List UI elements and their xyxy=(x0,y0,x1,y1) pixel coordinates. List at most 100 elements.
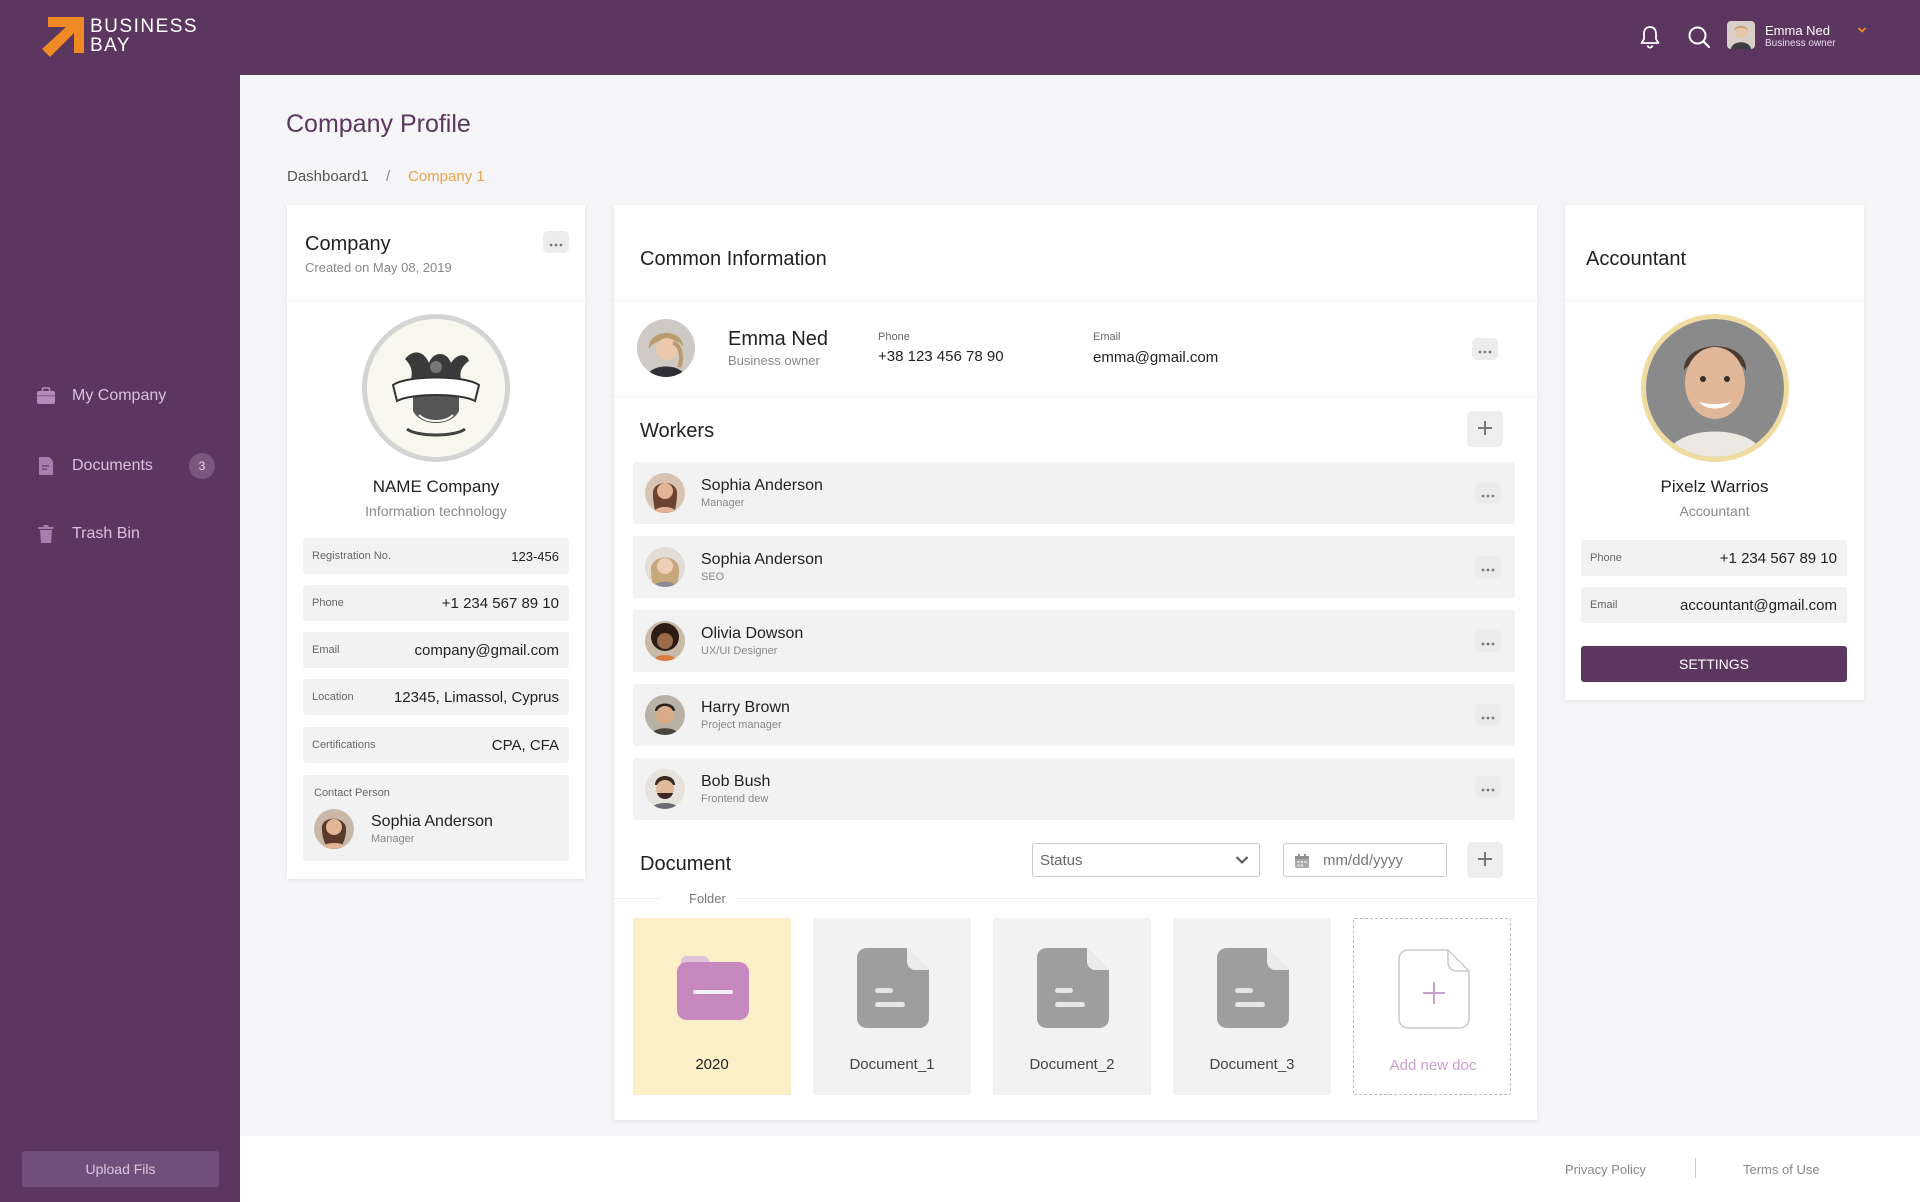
avatar xyxy=(637,319,695,377)
brand-logo[interactable]: Business Bay xyxy=(42,17,202,59)
company-location-row: Location 12345, Limassol, Cyprus xyxy=(303,679,569,715)
worker-more-button[interactable] xyxy=(1475,482,1501,504)
worker-more-button[interactable] xyxy=(1475,704,1501,726)
settings-button[interactable]: SETTINGS xyxy=(1581,646,1847,682)
owner-more-button[interactable] xyxy=(1472,338,1498,360)
row-value[interactable]: company@gmail.com xyxy=(415,642,559,659)
row-label: Certifications xyxy=(312,739,376,751)
file-icon xyxy=(1217,948,1289,1028)
briefcase-icon xyxy=(37,387,55,404)
logo-arrow-icon xyxy=(42,17,84,57)
worker-more-button[interactable] xyxy=(1475,556,1501,578)
brand-line1: Business xyxy=(90,16,199,37)
worker-name: Sophia Anderson xyxy=(701,551,823,568)
avatar xyxy=(645,769,685,809)
owner-role: Business owner xyxy=(728,353,820,368)
row-value: CPA, CFA xyxy=(491,737,559,754)
row-value[interactable]: accountant@gmail.com xyxy=(1680,597,1837,614)
contact-person: Contact Person Sophia Anderson Manager xyxy=(303,775,569,861)
status-select[interactable]: Status xyxy=(1032,843,1260,877)
company-name: NAME Company xyxy=(372,477,500,496)
sidebar: My Company Documents 3 Trash Bin Upload … xyxy=(0,75,240,1202)
breadcrumb-company[interactable]: Company 1 xyxy=(408,168,485,185)
tile-label: Document_3 xyxy=(1209,1056,1295,1073)
sidebar-item-label: My Company xyxy=(72,387,167,404)
more-dots-icon xyxy=(1481,716,1495,720)
top-bar: Business Bay Emma Ned Business owner xyxy=(0,0,1920,75)
more-dots-icon xyxy=(1481,642,1495,646)
row-value: +1 234 567 89 10 xyxy=(1719,550,1837,567)
contact-name: Sophia Anderson xyxy=(371,813,493,830)
worker-row[interactable]: Bob Bush Frontend dew xyxy=(633,758,1515,820)
worker-more-button[interactable] xyxy=(1475,776,1501,798)
document-tile-1[interactable]: Document_1 xyxy=(813,918,971,1095)
worker-row[interactable]: Harry Brown Project manager xyxy=(633,684,1515,746)
sidebar-item-label: Trash Bin xyxy=(72,525,140,542)
accountant-title: Accountant xyxy=(1586,248,1687,270)
tile-label: Add new doc xyxy=(1389,1057,1477,1074)
divider xyxy=(614,898,662,899)
sidebar-item-documents[interactable]: Documents 3 xyxy=(36,452,216,480)
user-role: Business owner xyxy=(1765,38,1836,49)
contact-label: Contact Person xyxy=(314,787,390,799)
notification-bell-icon[interactable] xyxy=(1637,24,1663,50)
add-document-button[interactable] xyxy=(1467,842,1503,878)
row-value: 12345, Limassol, Cyprus xyxy=(393,689,559,706)
search-icon[interactable] xyxy=(1686,24,1712,50)
tile-label: Document_2 xyxy=(1029,1056,1115,1073)
add-worker-button[interactable] xyxy=(1467,411,1503,447)
sidebar-item-label: Documents xyxy=(72,457,153,474)
worker-name: Bob Bush xyxy=(701,773,771,790)
worker-name: Sophia Anderson xyxy=(701,477,823,494)
date-input-placeholder: mm/dd/yyyy xyxy=(1323,852,1404,869)
tile-label: Document_1 xyxy=(849,1056,935,1073)
sidebar-item-my-company[interactable]: My Company xyxy=(36,382,216,410)
document-tile-3[interactable]: Document_3 xyxy=(1173,918,1331,1095)
sidebar-item-trash-bin[interactable]: Trash Bin xyxy=(36,520,216,548)
user-name[interactable]: Emma Ned xyxy=(1765,23,1830,38)
owner-phone-label: Phone xyxy=(878,331,910,343)
document-title: Document xyxy=(640,853,732,875)
footer-separator xyxy=(1695,1158,1696,1178)
worker-row[interactable]: Olivia Dowson UX/UI Designer xyxy=(633,610,1515,672)
worker-more-button[interactable] xyxy=(1475,630,1501,652)
company-card-title: Company xyxy=(305,233,391,255)
worker-row[interactable]: Sophia Anderson Manager xyxy=(633,462,1515,524)
breadcrumb-separator: / xyxy=(386,168,391,185)
row-label: Registration No. xyxy=(312,550,391,562)
folder-label: Folder xyxy=(689,891,726,906)
more-dots-icon xyxy=(1481,494,1495,498)
terms-of-use-link[interactable]: Terms of Use xyxy=(1743,1162,1820,1177)
file-icon xyxy=(1037,948,1109,1028)
company-more-button[interactable] xyxy=(543,231,569,253)
date-input[interactable]: mm/dd/yyyy xyxy=(1283,843,1447,877)
breadcrumb-dashboard[interactable]: Dashboard1 xyxy=(287,168,369,185)
row-value: 123-456 xyxy=(511,549,559,564)
upload-files-button[interactable]: Upload Fils xyxy=(22,1151,219,1187)
user-avatar[interactable] xyxy=(1727,21,1755,49)
avatar xyxy=(314,809,354,849)
company-certifications-row: Certifications CPA, CFA xyxy=(303,727,569,763)
owner-email[interactable]: emma@gmail.com xyxy=(1093,349,1218,366)
accountant-role: Accountant xyxy=(1679,503,1750,519)
status-select-value: Status xyxy=(1040,852,1083,869)
more-dots-icon xyxy=(1478,350,1492,354)
privacy-policy-link[interactable]: Privacy Policy xyxy=(1565,1162,1646,1177)
worker-role: SEO xyxy=(701,571,725,583)
row-label: Email xyxy=(312,644,340,656)
folder-tile-2020[interactable]: 2020 xyxy=(633,918,791,1095)
document-tile-2[interactable]: Document_2 xyxy=(993,918,1151,1095)
chevron-down-icon[interactable] xyxy=(1857,25,1867,35)
page-title: Company Profile xyxy=(286,110,471,138)
worker-name: Olivia Dowson xyxy=(701,625,804,642)
company-registration-row: Registration No. 123-456 xyxy=(303,538,569,574)
more-dots-icon xyxy=(549,243,563,247)
worker-row[interactable]: Sophia Anderson SEO xyxy=(633,536,1515,598)
trash-icon xyxy=(38,525,54,543)
add-new-doc-tile[interactable]: Add new doc xyxy=(1353,918,1511,1095)
accountant-card: Accountant Pixelz Warrios Accountant Pho… xyxy=(1565,205,1864,700)
tile-label: 2020 xyxy=(695,1056,729,1073)
documents-count-badge: 3 xyxy=(189,453,215,479)
company-email-row: Email company@gmail.com xyxy=(303,632,569,668)
avatar xyxy=(645,695,685,735)
